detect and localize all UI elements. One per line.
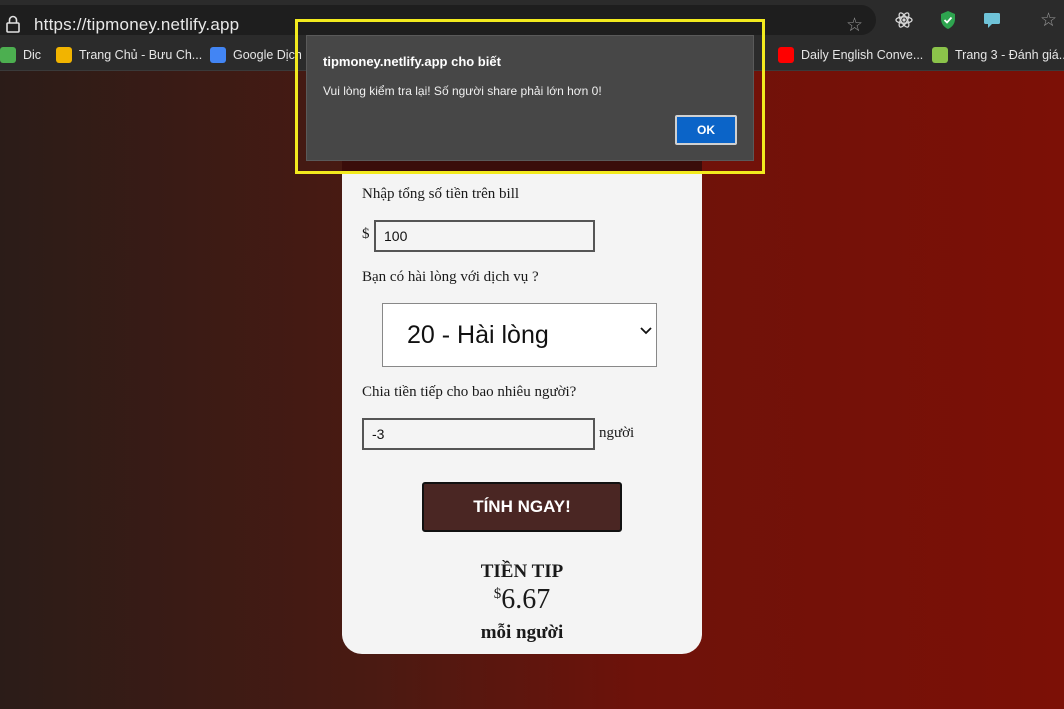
service-label: Bạn có hài lòng với dịch vụ ?: [362, 269, 539, 285]
result-currency: $: [493, 586, 502, 602]
youtube-icon: [778, 47, 794, 63]
shield-extension-icon[interactable]: [938, 10, 958, 30]
react-devtools-icon[interactable]: [894, 10, 914, 30]
people-input[interactable]: -3: [362, 418, 595, 450]
alert-message: Vui lòng kiểm tra lại! Số người share ph…: [323, 84, 602, 98]
bookmark-item[interactable]: Trang 3 - Đánh giá...: [932, 46, 1064, 64]
bookmark-star-icon[interactable]: ☆: [846, 14, 863, 37]
alert-title: tipmoney.netlify.app cho biết: [323, 54, 501, 69]
google-translate-icon: [210, 47, 226, 63]
bill-input[interactable]: 100: [374, 220, 595, 252]
vd-icon: [932, 47, 948, 63]
url-text[interactable]: https://tipmoney.netlify.app: [34, 15, 239, 35]
bill-input-value: 100: [384, 228, 408, 244]
chevron-down-icon: [640, 327, 652, 335]
service-select[interactable]: 20 - Hài lòng: [382, 303, 657, 367]
bookmark-label: Trang Chủ - Bưu Ch...: [79, 48, 203, 62]
chat-extension-icon[interactable]: [982, 10, 1002, 30]
bill-label: Nhập tổng số tiền trên bill: [362, 186, 520, 202]
result-amount: 6.67: [501, 584, 551, 615]
result-per-person: mỗi người: [480, 622, 564, 643]
lock-icon: [6, 15, 20, 33]
bookmark-item[interactable]: Google Dịch: [210, 46, 302, 64]
alert-ok-button[interactable]: OK: [675, 115, 737, 145]
bookmark-item[interactable]: Trang Chủ - Bưu Ch...: [56, 46, 202, 64]
people-label: Chia tiền tiếp cho bao nhiêu người?: [362, 384, 577, 400]
bookmark-label: Daily English Conve...: [801, 48, 924, 62]
people-input-value: -3: [372, 426, 385, 442]
bookmark-label: Dic: [23, 48, 42, 62]
leaf-icon: [0, 47, 16, 63]
result-amount-wrap: $6.67: [342, 584, 702, 616]
bookmark-label: Google Dịch: [233, 48, 302, 62]
currency-symbol: $: [362, 226, 370, 242]
calculate-button[interactable]: TÍNH NGAY!: [422, 482, 622, 532]
bird-icon: [56, 47, 72, 63]
people-unit: người: [599, 425, 635, 441]
result-title: TIỀN TIP: [480, 561, 564, 582]
bookmark-item[interactable]: Dic: [0, 46, 41, 64]
favorites-icon[interactable]: ☆: [1040, 9, 1057, 32]
bookmark-item[interactable]: Daily English Conve...: [778, 46, 923, 64]
alert-dialog: tipmoney.netlify.app cho biết Vui lòng k…: [306, 35, 754, 161]
service-selected-value: 20 - Hài lòng: [407, 320, 549, 349]
bookmark-label: Trang 3 - Đánh giá...: [955, 48, 1064, 62]
